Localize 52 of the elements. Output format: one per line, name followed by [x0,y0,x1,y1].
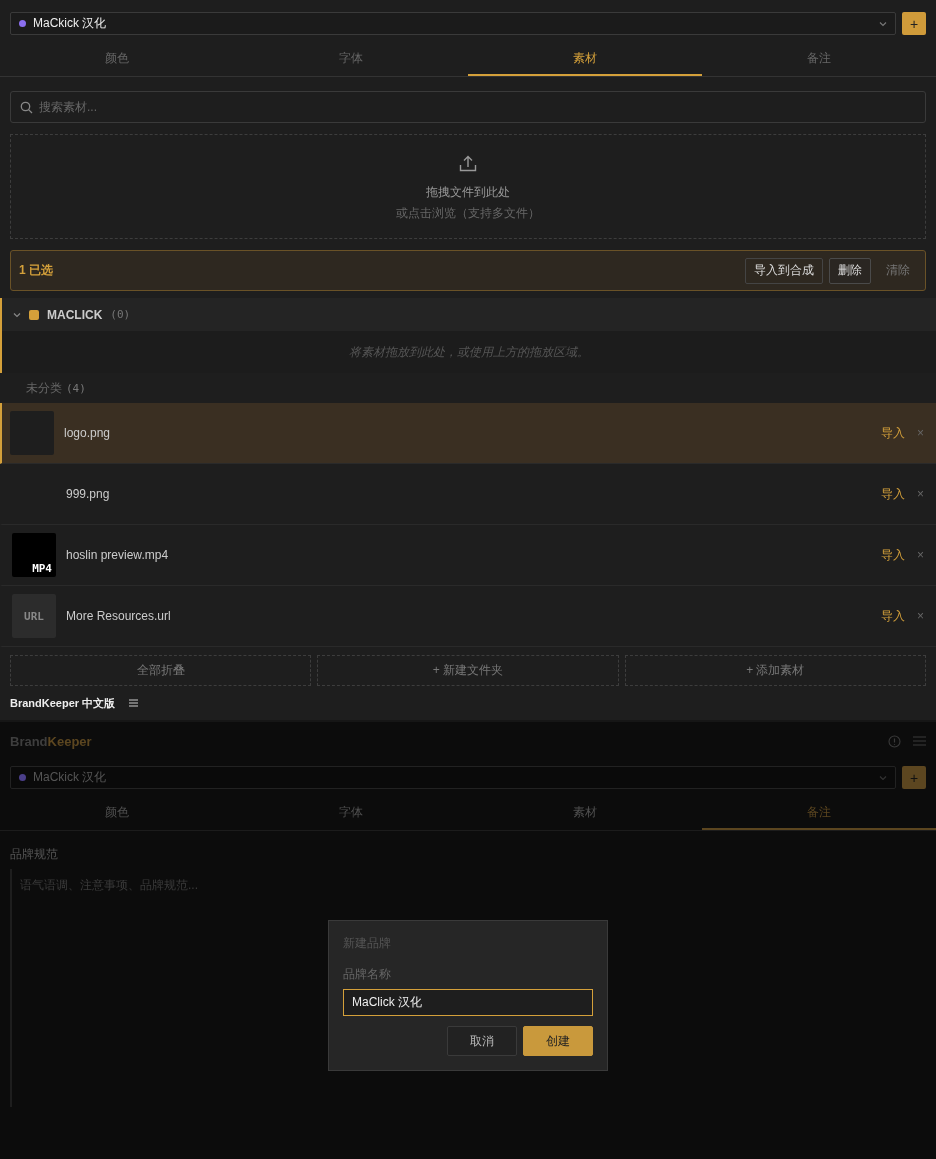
selection-action-button[interactable]: 删除 [829,257,871,284]
footer-button[interactable]: 全部折叠 [10,655,312,686]
folder-count: (0) [110,308,131,321]
selection-action-button[interactable]: 清除 [877,257,919,284]
chevron-icon[interactable] [13,311,21,318]
chevron-down-icon [879,774,887,781]
tab[interactable]: 字体 [234,42,468,76]
import-link[interactable]: 导入 [881,485,905,503]
folder-name[interactable]: MACLICK [47,307,103,322]
link-thumbnail: URL [12,594,56,638]
uncategorized-count: (4) [66,381,86,395]
file-row[interactable]: 999.png 导入 × [0,464,936,525]
field-label: 品牌名称 [343,966,392,983]
search-icon [20,101,33,114]
upload-icon [459,155,477,172]
brand-name: MaCkick 汉化 [33,769,108,786]
file-name: hoslin preview.mp4 [66,548,169,562]
search-field[interactable]: 搜索素材... [10,91,926,123]
import-link[interactable]: 导入 [881,546,905,564]
brand-select[interactable]: MaCkick 汉化 [10,12,896,35]
remove-button[interactable]: × [917,548,924,562]
panel-title: BrandKeeper 中文版 [10,695,116,711]
tab[interactable]: 颜色 [0,42,234,76]
image-thumbnail [10,411,54,455]
brand-name-input[interactable]: MaClick 汉化 [343,989,593,1016]
video-thumbnail: MP4 [12,533,56,577]
import-link[interactable]: 导入 [881,607,905,625]
file-row[interactable]: URL More Resources.url 导入 × [0,586,936,647]
tab[interactable]: 素材 [468,42,702,76]
file-name: More Resources.url [66,609,171,623]
import-link[interactable]: 导入 [881,424,905,442]
file-row[interactable]: MP4 hoslin preview.mp4 导入 × [0,525,936,586]
tab[interactable]: 备注 [702,42,936,76]
file-name: 999.png [66,487,110,501]
chevron-down-icon [879,20,887,27]
brand-name: MaCkick 汉化 [33,15,108,32]
file-row[interactable]: logo.png 导入 × [0,403,936,464]
remove-button[interactable]: × [917,487,924,501]
remove-button[interactable]: × [917,609,924,623]
dialog-button[interactable]: 取消 [447,1026,517,1056]
dialog-button[interactable]: 创建 [523,1026,593,1056]
uncategorized-label: 未分类 [26,379,62,397]
file-name: logo.png [64,426,111,440]
add-brand-button[interactable]: + [902,12,926,35]
selection-action-button[interactable]: 导入到合成 [745,257,823,284]
drop-zone[interactable]: 拖拽文件到此处 或点击浏览（支持多文件） [10,134,926,239]
selection-count: 1 已选 [19,262,53,279]
drop-title: 拖拽文件到此处 [426,184,510,201]
notes-label: 品牌规范 [9,846,59,863]
footer-button[interactable]: + 新建文件夹 [317,655,619,686]
drop-subtitle: 或点击浏览（支持多文件） [396,205,540,222]
footer-button[interactable]: + 添加素材 [624,655,926,686]
